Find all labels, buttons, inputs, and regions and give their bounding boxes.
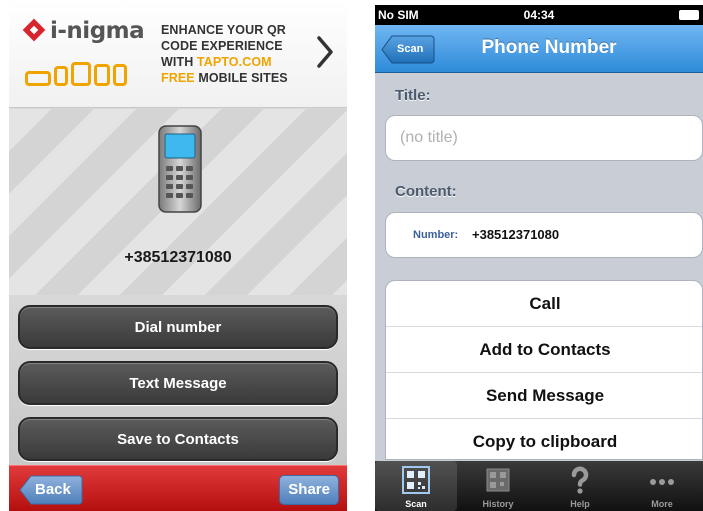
tab-scan-label: Scan (405, 499, 427, 509)
tab-help[interactable]: Help (539, 461, 621, 511)
text-message-button[interactable]: Text Message (18, 361, 338, 405)
devices-icon (25, 62, 127, 86)
actions-list: Call Add to Contacts Send Message Copy t… (385, 280, 703, 460)
back-button[interactable]: Back (19, 475, 83, 505)
tab-scan[interactable]: Scan (375, 461, 457, 511)
history-icon (486, 468, 510, 492)
content-label: Content: (395, 183, 457, 200)
clock-text: 04:34 (523, 8, 555, 22)
ad-line-1: ENHANCE YOUR QR (161, 23, 286, 37)
tab-bar: Scan History Help More (375, 461, 703, 511)
status-bar: No SIM 04:34 (375, 5, 703, 25)
ios-screen: No SIM 04:34 Scan Phone Number Title: (n… (375, 5, 703, 511)
ad-text: ENHANCE YOUR QR CODE EXPERIENCE WITH TAP… (161, 22, 311, 86)
action-buttons: Dial number Text Message Save to Contact… (9, 295, 347, 465)
title-field[interactable]: (no title) (385, 115, 703, 161)
more-dots-icon (650, 479, 674, 485)
tab-history[interactable]: History (457, 461, 539, 511)
inigma-logo-icon (24, 20, 46, 42)
tab-help-label: Help (570, 499, 590, 509)
ad-banner[interactable]: i-nigma ENHANCE YOUR QR CODE EXPERIENCE … (9, 0, 347, 108)
tab-more-label: More (651, 499, 673, 509)
navigation-bar: Scan Phone Number (375, 25, 703, 73)
phone-number-text: +38512371080 (124, 249, 232, 266)
ad-line-2: CODE EXPERIENCE (161, 39, 283, 53)
question-mark-icon (571, 466, 589, 494)
chevron-right-icon[interactable] (314, 34, 336, 70)
dial-number-button[interactable]: Dial number (18, 305, 338, 349)
result-hero: +38512371080 (9, 109, 347, 295)
share-button[interactable]: Share (279, 475, 339, 505)
page-title: Phone Number (481, 37, 617, 58)
bottom-toolbar: Back Share (9, 465, 347, 511)
inigma-screen: i-nigma ENHANCE YOUR QR CODE EXPERIENCE … (9, 0, 347, 511)
back-label: Back (35, 481, 71, 498)
qr-scan-icon (402, 466, 430, 494)
title-label: Title: (395, 87, 431, 104)
content-key: Number: (413, 229, 459, 241)
tab-more[interactable]: More (621, 461, 703, 511)
save-to-contacts-button[interactable]: Save to Contacts (18, 417, 338, 461)
inigma-logo: i-nigma (24, 18, 145, 44)
ad-line-3: WITH TAPTO.COM (161, 55, 272, 69)
brand-name: i-nigma (50, 18, 145, 44)
title-placeholder: (no title) (400, 129, 458, 146)
mobile-phone-icon (158, 125, 202, 213)
content-value: +38512371080 (472, 227, 560, 242)
copy-to-clipboard-button[interactable]: Copy to clipboard (386, 419, 702, 459)
send-message-button[interactable]: Send Message (386, 373, 702, 419)
call-button[interactable]: Call (386, 281, 702, 327)
tab-history-label: History (482, 499, 514, 509)
ad-line-4: FREE MOBILE SITES (161, 71, 288, 85)
add-to-contacts-button[interactable]: Add to Contacts (386, 327, 702, 373)
battery-icon (679, 10, 699, 20)
content-field: Number: +38512371080 (385, 212, 703, 258)
